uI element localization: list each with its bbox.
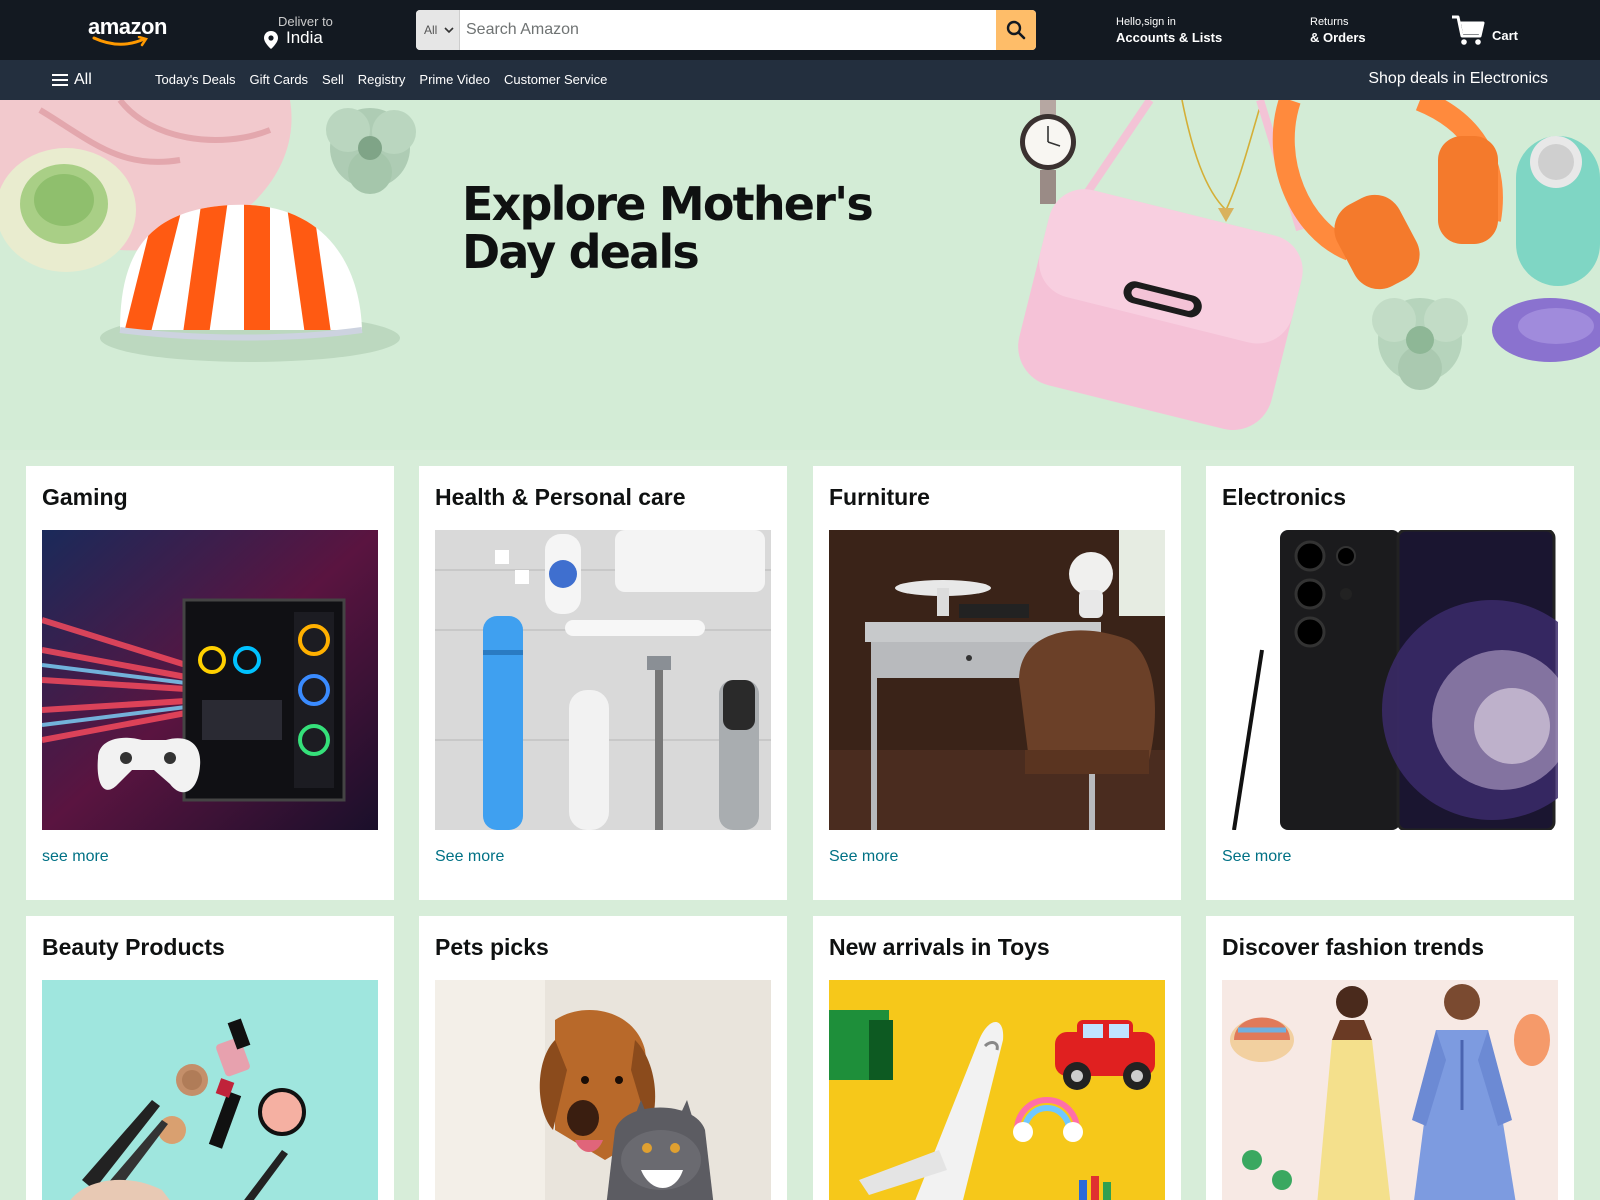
cart-label: Cart: [1492, 28, 1519, 43]
furniture-image: [829, 530, 1165, 830]
search-icon: [1006, 20, 1026, 40]
category-card-toys: New arrivals in Toys: [813, 916, 1181, 1200]
nav-link-sell[interactable]: Sell: [322, 72, 344, 87]
card-title: Furniture: [829, 484, 930, 510]
nav-link-prime-video[interactable]: Prime Video: [419, 72, 490, 87]
nav-link-gift-cards[interactable]: Gift Cards: [250, 72, 309, 87]
hero-title: Explore Mother's Day deals: [462, 177, 874, 279]
account-greeting: Hello,sign in: [1116, 16, 1176, 28]
smile-icon: [92, 36, 148, 47]
subnav-links: Today's Deals Gift Cards Sell Registry P…: [155, 72, 607, 87]
card-title: Health & Personal care: [435, 484, 686, 510]
card-title: Pets picks: [435, 934, 549, 960]
account-lists-label: Accounts & Lists: [1116, 30, 1223, 45]
nav-link-customer-service[interactable]: Customer Service: [504, 72, 607, 87]
fashion-image: [1222, 980, 1558, 1200]
toys-image: [829, 980, 1165, 1200]
chevron-down-icon: [444, 27, 454, 34]
card-image[interactable]: [1222, 980, 1558, 1200]
electronics-deals-promo[interactable]: Shop deals in Electronics: [1368, 70, 1548, 88]
cart-icon: [1452, 15, 1485, 45]
deliver-to-label: Deliver to: [278, 14, 333, 29]
card-title: New arrivals in Toys: [829, 934, 1050, 960]
hamburger-menu-icon: [52, 74, 68, 86]
all-menu-button[interactable]: All: [52, 69, 92, 91]
category-card-gaming: Gaming see more: [26, 466, 394, 900]
card-image[interactable]: [42, 530, 378, 830]
search-bar: All: [416, 10, 1036, 50]
gaming-pc-image: [42, 530, 378, 830]
category-card-furniture: Furniture See more: [813, 466, 1181, 900]
category-card-health: Health & Personal care See more: [419, 466, 787, 900]
card-title: Electronics: [1222, 484, 1346, 510]
search-input[interactable]: [460, 10, 996, 50]
card-image[interactable]: [829, 980, 1165, 1200]
search-button[interactable]: [996, 10, 1036, 50]
dog-and-cat-image: [435, 980, 771, 1200]
returns-orders[interactable]: Returns & Orders: [1310, 16, 1390, 48]
beauty-products-image: [42, 980, 378, 1200]
account-menu[interactable]: Hello,sign in Accounts & Lists: [1116, 16, 1246, 48]
orders-label: & Orders: [1310, 30, 1366, 45]
card-title: Discover fashion trends: [1222, 934, 1485, 960]
search-category-dropdown[interactable]: All: [416, 10, 460, 50]
card-link[interactable]: see more: [42, 848, 109, 866]
card-link[interactable]: See more: [1222, 848, 1291, 866]
card-link[interactable]: See more: [435, 848, 504, 866]
deliver-to[interactable]: Deliver to India: [264, 14, 354, 49]
location-pin-icon: [264, 31, 278, 49]
category-card-fashion: Discover fashion trends: [1206, 916, 1574, 1200]
category-card-pets: Pets picks: [419, 916, 787, 1200]
sub-nav-bar: All Today's Deals Gift Cards Sell Regist…: [0, 60, 1600, 100]
card-title: Gaming: [42, 484, 128, 510]
card-image[interactable]: [42, 980, 378, 1200]
category-card-beauty: Beauty Products: [26, 916, 394, 1200]
card-image[interactable]: [1222, 530, 1558, 830]
nav-link-todays-deals[interactable]: Today's Deals: [155, 72, 236, 87]
card-image[interactable]: [435, 530, 771, 830]
cart-button[interactable]: Cart: [1450, 10, 1550, 50]
top-nav-bar: amazon Deliver to India All Hello: [0, 0, 1600, 60]
card-title: Beauty Products: [42, 934, 225, 960]
nav-link-registry[interactable]: Registry: [358, 72, 406, 87]
card-image[interactable]: [829, 530, 1165, 830]
smartphone-image: [1222, 530, 1558, 830]
category-card-electronics: Electronics See more: [1206, 466, 1574, 900]
card-link[interactable]: See more: [829, 848, 898, 866]
returns-label: Returns: [1310, 16, 1349, 28]
hero-banner[interactable]: Explore Mother's Day deals: [0, 100, 1600, 450]
deliver-to-location: India: [286, 28, 323, 47]
all-menu-label: All: [74, 71, 92, 88]
card-image[interactable]: [435, 980, 771, 1200]
amazon-logo[interactable]: amazon: [88, 14, 176, 48]
search-category-label: All: [424, 23, 438, 37]
personal-care-image: [435, 530, 771, 830]
